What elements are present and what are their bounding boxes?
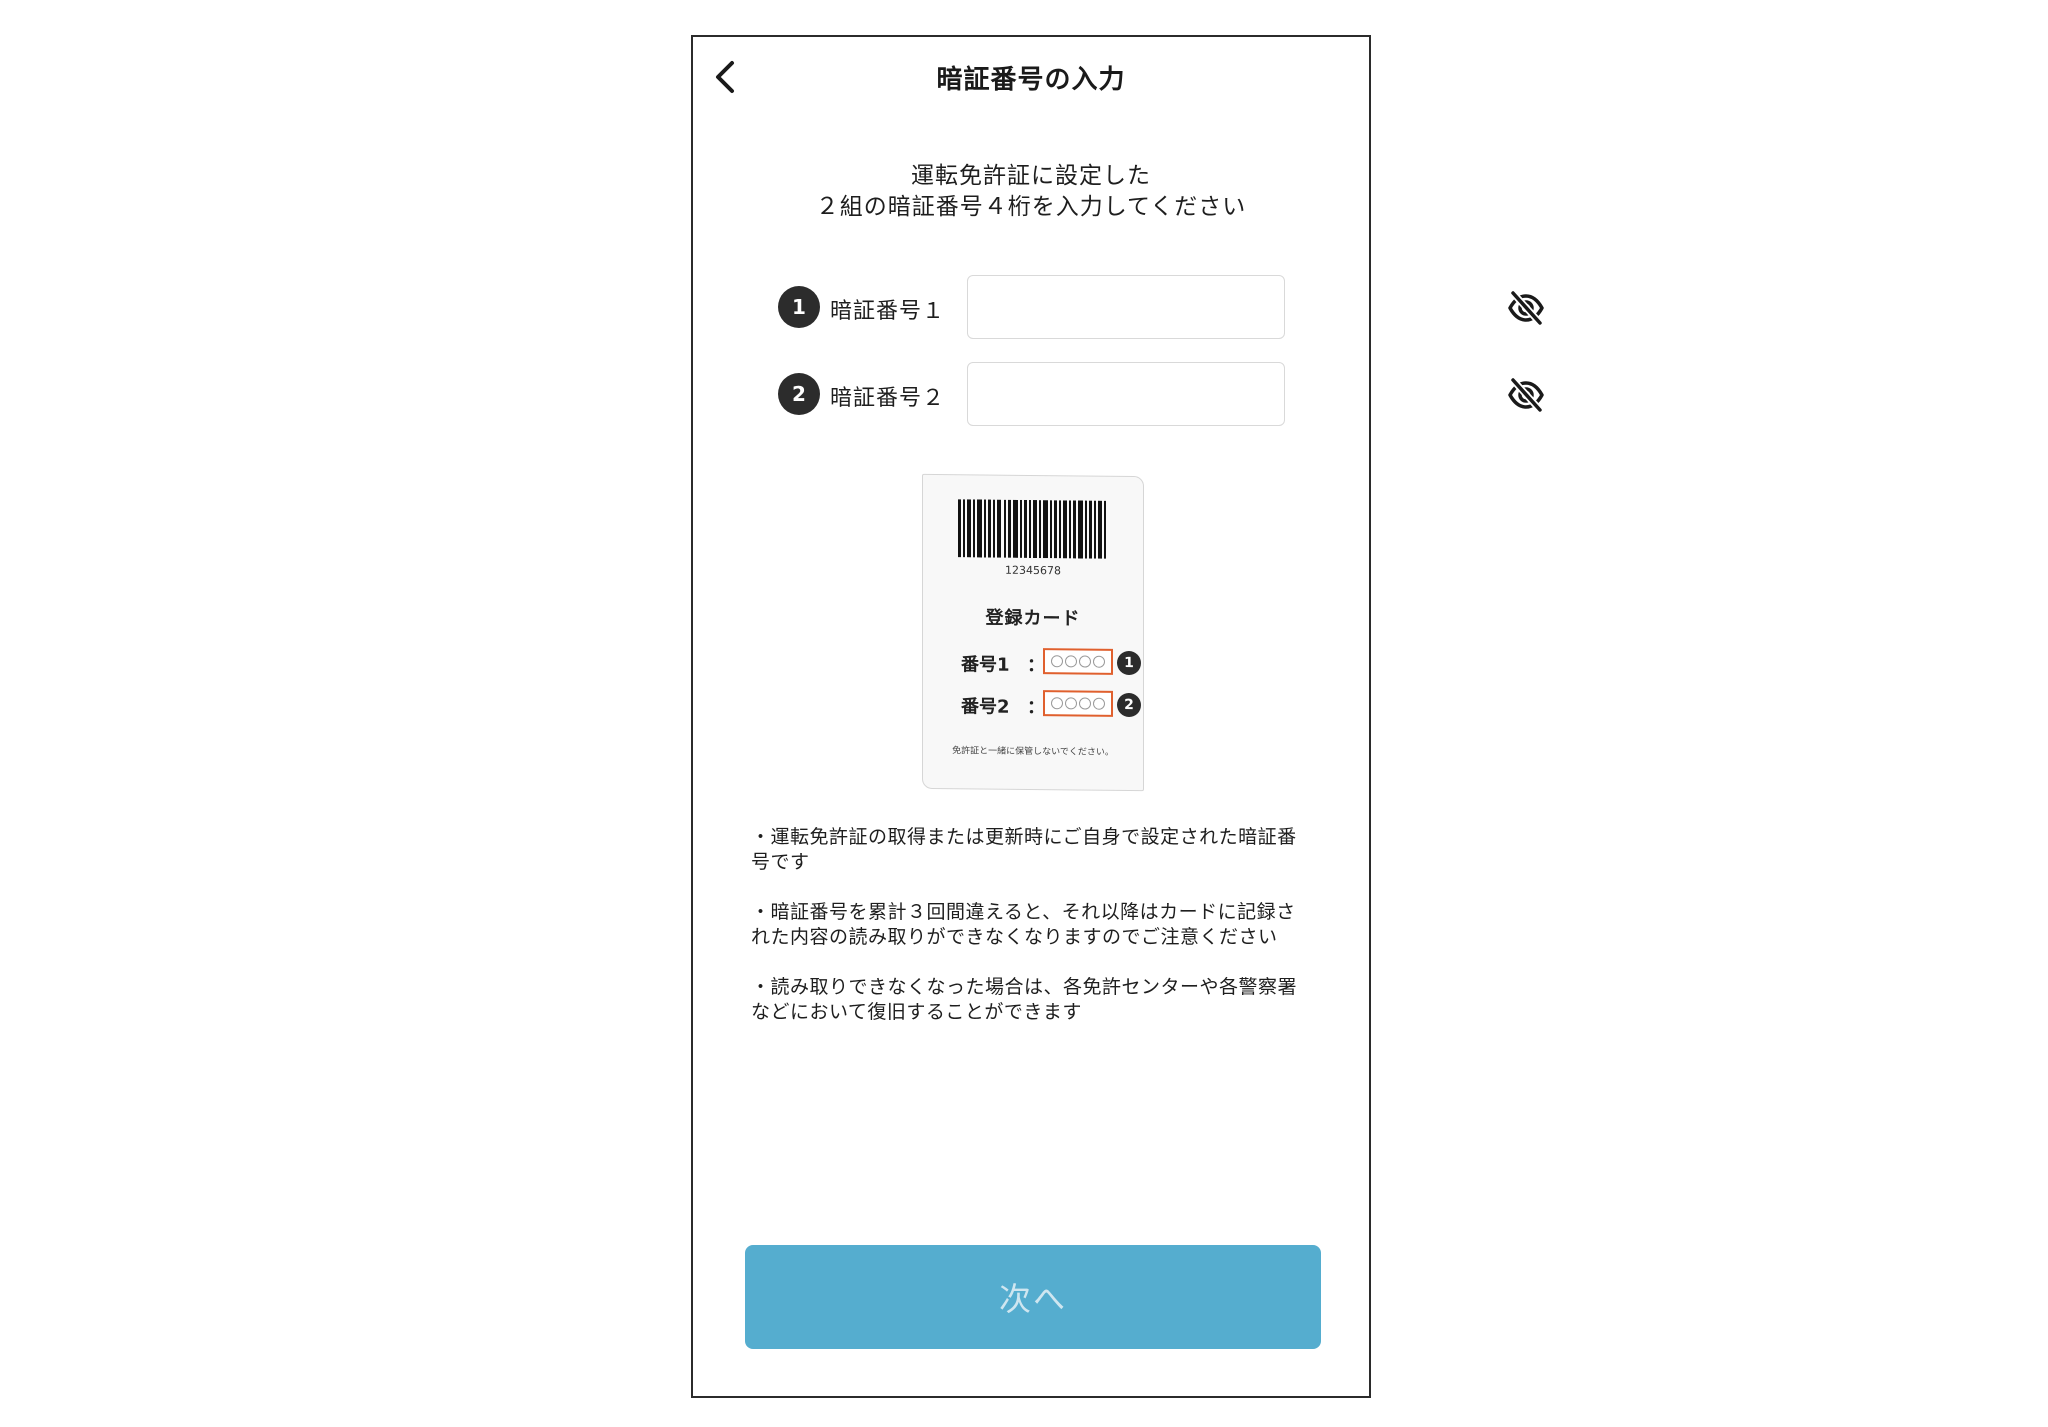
eye-off-icon xyxy=(1508,289,1544,327)
pin-number-badge: 2 xyxy=(778,373,820,415)
digit-placeholder xyxy=(1065,697,1077,710)
note-line: ・暗証番号を累計３回間違えると、それ以降はカードに記録さ xyxy=(751,901,1296,923)
digit-placeholder xyxy=(1093,697,1105,710)
note-item: ・暗証番号を累計３回間違えると、それ以降はカードに記録さ れた内容の読み取りがで… xyxy=(751,900,1321,950)
card-row-badge: 2 xyxy=(1117,692,1141,718)
note-item: ・読み取りできなくなった場合は、各免許センターや各警察署 などにおいて復旧するこ… xyxy=(751,975,1321,1025)
pin-row-2: 2 暗証番号２ xyxy=(693,362,1544,426)
note-line: 号です xyxy=(751,851,810,873)
note-line: ・読み取りできなくなった場合は、各免許センターや各警察署 xyxy=(751,976,1298,998)
barcode-number: 12345678 xyxy=(1005,563,1061,578)
digit-placeholder xyxy=(1051,655,1063,668)
instruction-line-1: 運転免許証に設定した xyxy=(911,163,1151,189)
card-title: 登録カード xyxy=(985,607,1081,630)
instruction-text: 運転免許証に設定した ２組の暗証番号４桁を入力してください xyxy=(693,161,1369,223)
card-row-label: 番号1 xyxy=(961,654,1010,676)
pin-1-input[interactable] xyxy=(967,275,1544,339)
digit-placeholder xyxy=(1079,697,1091,710)
phone-screen: 暗証番号の入力 運転免許証に設定した ２組の暗証番号４桁を入力してください 1 … xyxy=(691,35,1544,1398)
note-item: ・運転免許証の取得または更新時にご自身で設定された暗証番 号です xyxy=(751,825,1321,875)
barcode-icon xyxy=(958,499,1106,559)
note-line: などにおいて復旧することができます xyxy=(751,1001,1082,1023)
notes-section: ・運転免許証の取得または更新時にご自身で設定された暗証番 号です ・暗証番号を累… xyxy=(751,825,1321,1050)
instruction-line-2: ２組の暗証番号４桁を入力してください xyxy=(815,194,1247,220)
card-row-2: 番号2 ： 2 xyxy=(923,689,1143,721)
digit-placeholder xyxy=(1051,697,1063,710)
pin-label: 暗証番号２ xyxy=(830,386,946,411)
eye-off-icon xyxy=(1508,376,1544,414)
pin-placeholder-box xyxy=(1043,648,1113,675)
toggle-visibility-button[interactable] xyxy=(1506,375,1546,415)
pin-placeholder-box xyxy=(1043,690,1113,717)
digit-placeholder xyxy=(1079,655,1091,668)
header: 暗証番号の入力 xyxy=(693,37,1369,117)
pin-number-badge: 1 xyxy=(778,286,820,328)
note-line: れた内容の読み取りができなくなりますのでご注意ください xyxy=(751,926,1278,948)
next-button[interactable]: 次へ xyxy=(745,1245,1321,1349)
pin-2-input[interactable] xyxy=(967,362,1544,426)
digit-placeholder xyxy=(1065,655,1077,668)
card-row-1: 番号1 ： 1 xyxy=(923,647,1143,679)
note-line: ・運転免許証の取得または更新時にご自身で設定された暗証番 xyxy=(751,826,1297,848)
toggle-visibility-button[interactable] xyxy=(1506,288,1546,328)
card-note: 免許証と一緒に保管しないでください。 xyxy=(952,746,1114,758)
pin-label: 暗証番号１ xyxy=(830,299,946,324)
page-title: 暗証番号の入力 xyxy=(936,65,1126,95)
card-row-badge: 1 xyxy=(1117,650,1141,676)
registration-card-illustration: 12345678 登録カード 番号1 ： 1 番号2 ： 2 免許証と一緒に保管… xyxy=(922,473,1144,792)
pin-row-1: 1 暗証番号１ xyxy=(693,275,1544,339)
digit-placeholder xyxy=(1093,655,1105,668)
card-row-label: 番号2 xyxy=(961,696,1010,718)
